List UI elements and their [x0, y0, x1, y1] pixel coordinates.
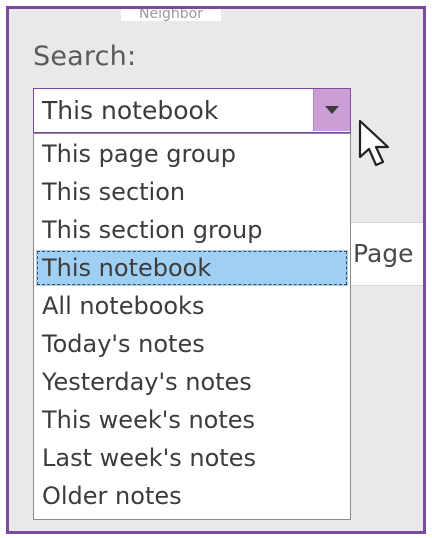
scope-option-this-section-group[interactable]: This section group — [36, 212, 348, 248]
mouse-cursor-icon — [358, 119, 390, 167]
scope-option-todays-notes[interactable]: Today's notes — [36, 326, 348, 362]
scope-option-this-page-group[interactable]: This page group — [36, 136, 348, 172]
search-scope-combobox[interactable]: This notebook — [33, 88, 351, 133]
search-label: Search: — [33, 41, 137, 72]
chevron-down-icon — [325, 106, 339, 114]
page-field-text: Page — [353, 239, 414, 268]
scope-option-yesterdays-notes[interactable]: Yesterday's notes — [36, 364, 348, 400]
scope-option-this-section[interactable]: This section — [36, 174, 348, 210]
scope-option-last-weeks-notes[interactable]: Last week's notes — [36, 440, 348, 476]
scope-option-this-notebook[interactable]: This notebook — [36, 250, 348, 286]
dropdown-arrow-button[interactable] — [313, 89, 350, 131]
partial-top-label: Neighbor — [121, 9, 221, 21]
search-scope-dropdown-list: This page group This section This sectio… — [33, 133, 351, 520]
scope-option-older-notes[interactable]: Older notes — [36, 478, 348, 514]
page-field[interactable]: Page — [345, 222, 423, 286]
search-scope-value: This notebook — [42, 96, 219, 125]
search-scope-panel: Neighbor Search: Page This notebook This… — [6, 6, 426, 534]
scope-option-this-weeks-notes[interactable]: This week's notes — [36, 402, 348, 438]
scope-option-all-notebooks[interactable]: All notebooks — [36, 288, 348, 324]
